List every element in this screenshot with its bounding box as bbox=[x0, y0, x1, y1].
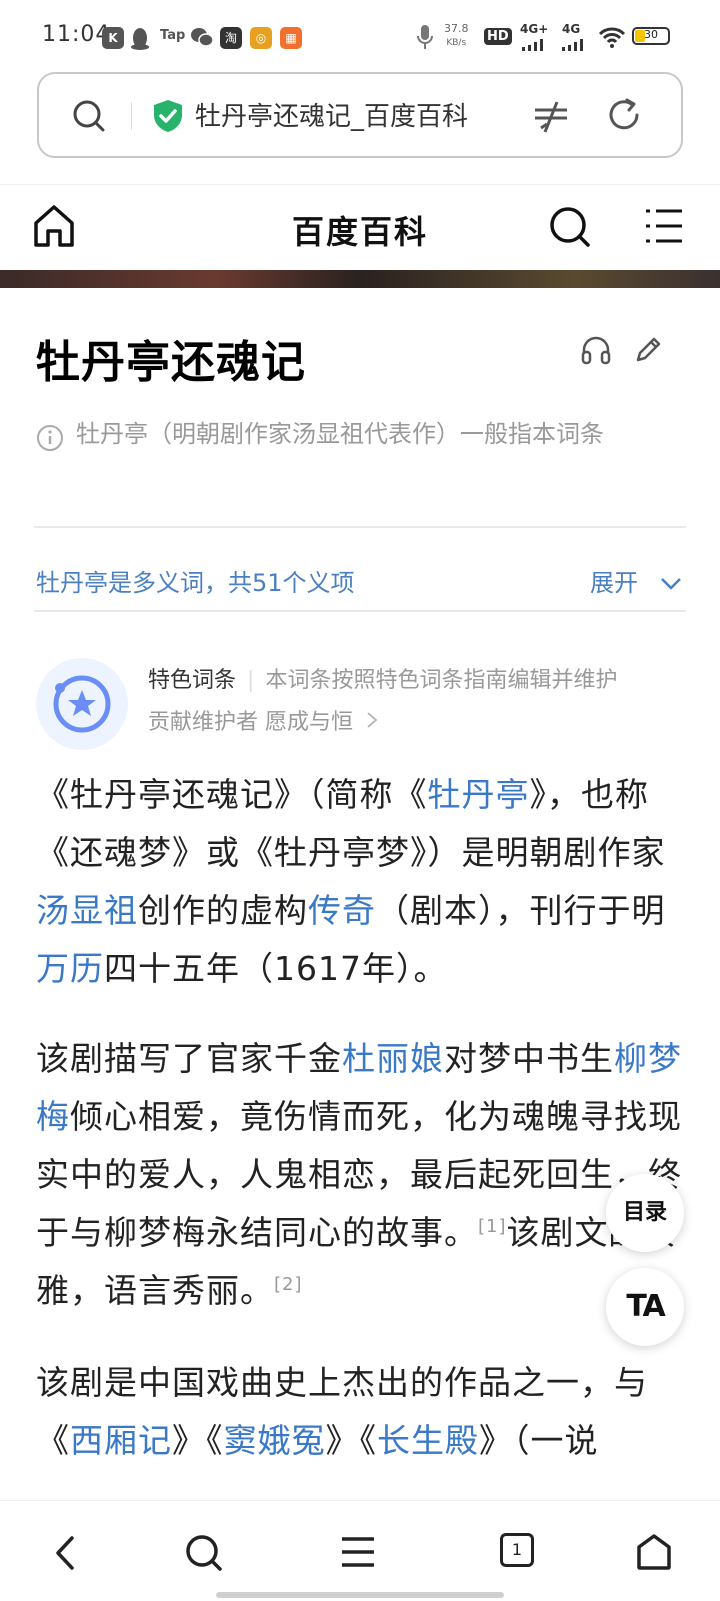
paragraph-text: 》《 bbox=[172, 1421, 224, 1460]
battery-level: 30 bbox=[644, 28, 658, 41]
address-bar[interactable]: 牡丹亭还魂记_百度百科 bbox=[37, 72, 683, 158]
featured-label: 特色词条 bbox=[148, 668, 237, 693]
back-icon[interactable] bbox=[52, 1535, 78, 1575]
article-link[interactable]: 万历 bbox=[36, 949, 104, 988]
article-link[interactable]: 长生殿 bbox=[377, 1421, 479, 1460]
signal-icon bbox=[562, 36, 586, 55]
wechat-icon bbox=[190, 26, 214, 52]
tabs-icon[interactable]: 1 bbox=[500, 1533, 534, 1567]
microphone-icon bbox=[416, 24, 434, 54]
status-bar: 11:04 K Tap 淘 ◎ ▦ 37.8 KB/s HD 4G+ 4G 30 bbox=[0, 0, 720, 72]
edit-pencil-icon[interactable] bbox=[632, 334, 664, 370]
article-link[interactable]: 西厢记 bbox=[70, 1421, 172, 1460]
expand-button[interactable]: 展开 bbox=[590, 563, 682, 598]
contributors-label: 贡献维护者 bbox=[148, 710, 259, 735]
significance-paragraph: 该剧是中国戏曲史上杰出的作品之一，与《西厢记》《窦娥冤》《长生殿》（一说 bbox=[36, 1354, 682, 1464]
taobao-icon: 淘 bbox=[220, 27, 242, 49]
net-speed-unit: KB/s bbox=[446, 38, 467, 48]
menu-icon[interactable] bbox=[340, 1535, 376, 1573]
shield-check-icon bbox=[151, 98, 185, 138]
hd-badge: HD bbox=[484, 28, 512, 45]
refresh-icon[interactable] bbox=[605, 96, 643, 138]
address-divider bbox=[131, 102, 132, 130]
search-icon[interactable] bbox=[184, 1533, 224, 1577]
podcast-icon: ◎ bbox=[250, 27, 272, 49]
gesture-home-bar[interactable] bbox=[216, 1592, 504, 1598]
ta-button[interactable]: TA bbox=[606, 1268, 684, 1346]
chevron-right-icon bbox=[367, 712, 378, 728]
net-speed: 37.8 KB/s bbox=[444, 22, 469, 50]
search-icon[interactable] bbox=[71, 98, 107, 138]
menu-icon[interactable] bbox=[644, 207, 684, 249]
contributor-name[interactable]: 愿成与恒 bbox=[265, 710, 353, 735]
contributors-line[interactable]: 贡献维护者 愿成与恒 bbox=[148, 704, 378, 736]
sim2-label: 4G bbox=[562, 22, 581, 36]
article-link[interactable]: 牡丹亭 bbox=[428, 775, 530, 814]
site-title: 百度百科 bbox=[291, 213, 428, 251]
paragraph-text: 对梦中书生 bbox=[444, 1039, 614, 1078]
divider bbox=[34, 610, 686, 612]
net-speed-value: 37.8 bbox=[444, 22, 469, 35]
header-image-strip bbox=[0, 270, 720, 288]
signal-icon bbox=[522, 36, 546, 55]
search-icon[interactable] bbox=[548, 205, 592, 253]
home-icon[interactable] bbox=[636, 1533, 672, 1575]
article-link[interactable]: 窦娥冤 bbox=[224, 1421, 326, 1460]
tabs-count: 1 bbox=[511, 1540, 523, 1559]
expand-label: 展开 bbox=[590, 569, 638, 597]
bottom-navigation: 1 bbox=[0, 1500, 720, 1601]
qq-penguin-icon bbox=[130, 26, 150, 54]
summary-paragraph: 《牡丹亭还魂记》（简称《牡丹亭》，也称《还魂梦》或《牡丹亭梦》）是明朝剧作家汤显… bbox=[36, 766, 682, 998]
divider bbox=[34, 526, 686, 528]
citation-ref[interactable]: [1] bbox=[478, 1216, 507, 1237]
grid-app-icon: ▦ bbox=[280, 27, 302, 49]
entry-title: 牡丹亭还魂记 bbox=[36, 337, 306, 388]
info-icon bbox=[36, 420, 64, 468]
paragraph-text: 》（一说 bbox=[479, 1421, 599, 1460]
paragraph-text: （剧本），刊行于明 bbox=[376, 891, 666, 930]
article-link[interactable]: 汤显祖 bbox=[36, 891, 138, 930]
table-of-contents-button[interactable]: 目录 bbox=[606, 1174, 684, 1252]
paragraph-text: 该剧描写了官家千金 bbox=[36, 1039, 342, 1078]
site-header: 百度百科 bbox=[0, 184, 720, 271]
plot-paragraph: 该剧描写了官家千金杜丽娘对梦中书生柳梦梅倾心相爱，竟伤情而死，化为魂魄寻找现实中… bbox=[36, 1030, 682, 1320]
headphones-icon[interactable] bbox=[580, 334, 612, 370]
url-text[interactable]: 牡丹亭还魂记_百度百科 bbox=[195, 96, 468, 133]
tap-icon: Tap bbox=[160, 28, 186, 43]
polysemy-link[interactable]: 牡丹亭是多义词，共51个义项 bbox=[36, 563, 355, 598]
paragraph-text: 》《 bbox=[325, 1421, 377, 1460]
featured-badge-icon bbox=[36, 658, 128, 750]
not-equal-icon[interactable] bbox=[533, 98, 569, 138]
k-app-icon: K bbox=[102, 27, 124, 49]
note-text: 牡丹亭（明朝剧作家汤显祖代表作）一般指本词条 bbox=[76, 420, 604, 448]
paragraph-text: 《牡丹亭还魂记》（简称《 bbox=[36, 775, 428, 814]
featured-description: 本词条按照特色词条指南编辑并维护 bbox=[265, 668, 618, 693]
paragraph-text: 四十五年（1617年）。 bbox=[104, 949, 448, 988]
battery-icon: 30 bbox=[632, 27, 670, 45]
article-link[interactable]: 传奇 bbox=[308, 891, 376, 930]
citation-ref[interactable]: [2] bbox=[274, 1274, 303, 1295]
wifi-icon bbox=[598, 26, 626, 52]
status-time: 11:04 bbox=[42, 22, 111, 47]
sim1-label: 4G+ bbox=[520, 22, 549, 36]
featured-line: 特色词条 | 本词条按照特色词条指南编辑并维护 bbox=[148, 668, 618, 693]
paragraph-text: 创作的虚构 bbox=[138, 891, 308, 930]
chevron-down-icon bbox=[660, 578, 681, 590]
article-link[interactable]: 杜丽娘 bbox=[342, 1039, 444, 1078]
